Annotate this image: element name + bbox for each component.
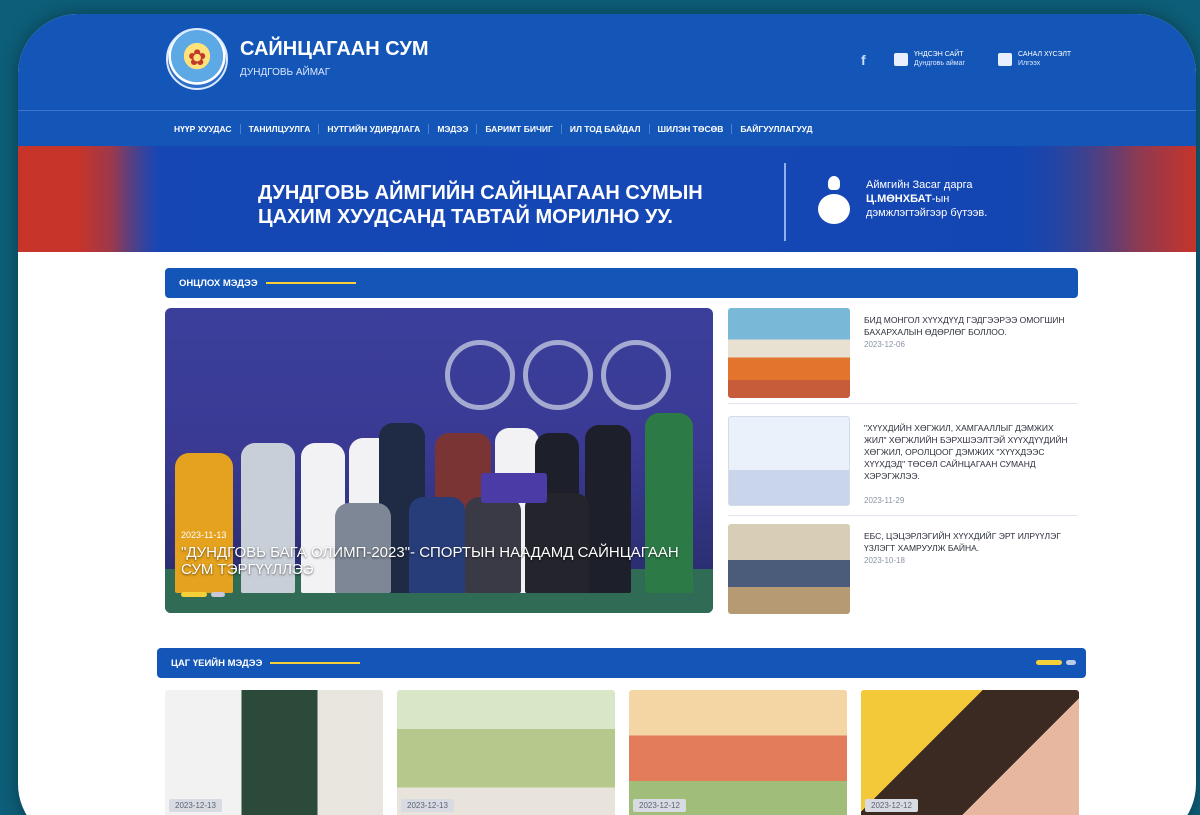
news-thumbnail[interactable] (728, 416, 850, 506)
site-header: ✿ САЙНЦАГААН СУМ ДУНДГОВЬ АЙМАГ f ҮНДСЭН… (18, 14, 1196, 110)
side-news-title[interactable]: БИД МОНГОЛ ХҮҮХДҮҮД ГЭДГЭЭРЭЭ ОМОГШИН БА… (864, 314, 1074, 338)
banner-title-line1: ДУНДГОВЬ АЙМГИЙН САЙНЦАГААН СУМЫН (258, 182, 703, 204)
carousel-dot-active[interactable] (1036, 660, 1062, 665)
news-card[interactable]: 2023-12-12 (861, 690, 1079, 815)
nav-item-home[interactable]: НҮҮР ХУУДАС (166, 123, 241, 134)
section-underline (270, 662, 361, 664)
news-card[interactable]: 2023-12-12 (629, 690, 847, 815)
banner-divider (784, 163, 786, 241)
side-news-date: 2023-11-29 (864, 496, 905, 505)
side-news-date: 2023-12-06 (864, 340, 905, 349)
main-site-link[interactable]: ҮНДСЭН САЙТ Дундговь аймаг (894, 50, 965, 68)
feedback-link-sub: Илгээх (1018, 60, 1041, 67)
news-card-date: 2023-12-13 (169, 799, 222, 812)
side-news-item[interactable]: ЕБС, ЦЭЦЭРЛЭГИЙН ХҮҮХДИЙГ ЭРТ ИЛРҮҮЛЭГ Ү… (728, 524, 1078, 620)
carousel-dots[interactable] (1036, 660, 1076, 665)
side-news-item[interactable]: БИД МОНГОЛ ХҮҮХДҮҮД ГЭДГЭЭРЭЭ ОМОГШИН БА… (728, 308, 1078, 404)
news-thumbnail[interactable] (728, 524, 850, 614)
side-news-title[interactable]: "ХҮҮХДИЙН ХӨГЖИЛ, ХАМГААЛЛЫГ ДЭМЖИХ ЖИЛ"… (864, 422, 1074, 482)
news-card-date: 2023-12-12 (633, 799, 686, 812)
site-logo[interactable]: ✿ (166, 28, 228, 90)
latest-news-bar: ЦАГ ҮЕИЙН МЭДЭЭ (157, 648, 1086, 678)
banner-credit-line3: дэмжлэгтэйгээр бүтээв. (866, 207, 988, 219)
main-nav: НҮҮР ХУУДАС ТАНИЛЦУУЛГА НУТГИЙН УДИРДЛАГ… (18, 110, 1196, 146)
soyombo-icon (818, 176, 850, 224)
hero-date: 2023-11-13 (181, 530, 227, 540)
facebook-icon[interactable]: f (861, 52, 866, 68)
news-card-date: 2023-12-12 (865, 799, 918, 812)
hero-photo-people (165, 403, 713, 613)
hero-pager[interactable] (181, 592, 225, 597)
feedback-icon (998, 52, 1012, 66)
pager-dot-active[interactable] (181, 592, 207, 597)
news-thumbnail[interactable] (728, 308, 850, 398)
featured-hero-slide[interactable]: 2023-11-13 "ДУНДГОВЬ БАГА ОЛИМП-2023"- С… (165, 308, 713, 613)
banner-credit-name-suffix: -ын (931, 193, 950, 205)
news-card[interactable]: 2023-12-13 (397, 690, 615, 815)
nav-item-transparency[interactable]: ИЛ ТОД БАЙДАЛ (562, 123, 650, 134)
side-news-date: 2023-10-18 (864, 556, 905, 565)
feedback-link[interactable]: САНАЛ ХҮСЭЛТ Илгээх (998, 50, 1071, 68)
emblem-icon: ✿ (188, 46, 207, 71)
featured-news-title: ОНЦЛОХ МЭДЭЭ (179, 277, 258, 289)
pager-dot[interactable] (211, 592, 225, 597)
main-site-link-sub: Дундговь аймаг (914, 60, 966, 67)
nav-item-intro[interactable]: ТАНИЛЦУУЛГА (241, 123, 320, 134)
page-frame: ✿ САЙНЦАГААН СУМ ДУНДГОВЬ АЙМАГ f ҮНДСЭН… (18, 14, 1196, 815)
feedback-link-label: САНАЛ ХҮСЭЛТ (1018, 51, 1072, 58)
nav-item-documents[interactable]: БАРИМТ БИЧИГ (477, 123, 562, 134)
carousel-dot[interactable] (1066, 660, 1076, 665)
news-card-date: 2023-12-13 (401, 799, 454, 812)
banner-credit-name: Ц.МӨНХБАТ (866, 193, 932, 205)
welcome-banner: ДУНДГОВЬ АЙМГИЙН САЙНЦАГААН СУМЫН ЦАХИМ … (18, 146, 1196, 252)
site-title[interactable]: САЙНЦАГААН СУМ (240, 38, 429, 61)
side-news-item[interactable]: "ХҮҮХДИЙН ХӨГЖИЛ, ХАМГААЛЛЫГ ДЭМЖИХ ЖИЛ"… (728, 416, 1078, 516)
featured-news-bar: ОНЦЛОХ МЭДЭЭ (165, 268, 1078, 298)
nav-item-local-government[interactable]: НУТГИЙН УДИРДЛАГА (319, 123, 430, 134)
site-subtitle: ДУНДГОВЬ АЙМАГ (240, 67, 331, 78)
hero-caption[interactable]: "ДУНДГОВЬ БАГА ОЛИМП-2023"- СПОРТЫН НААД… (181, 544, 701, 578)
nav-item-news[interactable]: МЭДЭЭ (429, 123, 478, 134)
banner-title: ДУНДГОВЬ АЙМГИЙН САЙНЦАГААН СУМЫН ЦАХИМ … (258, 181, 703, 229)
home-icon (894, 52, 908, 66)
banner-credit-line1: Аймгийн Засаг дарга (866, 179, 973, 191)
main-site-link-label: ҮНДСЭН САЙТ (914, 51, 964, 58)
nav-item-glass-budget[interactable]: ШИЛЭН ТӨСӨВ (650, 123, 733, 134)
nav-item-organizations[interactable]: БАЙГУУЛЛАГУУД (732, 124, 820, 134)
news-card[interactable]: 2023-12-13 (165, 690, 383, 815)
section-underline (265, 282, 356, 284)
banner-credit: Аймгийн Засаг дарга Ц.МӨНХБАТ-ын дэмжлэг… (866, 178, 987, 220)
side-news-title[interactable]: ЕБС, ЦЭЦЭРЛЭГИЙН ХҮҮХДИЙГ ЭРТ ИЛРҮҮЛЭГ Ү… (864, 530, 1074, 554)
banner-title-line2: ЦАХИМ ХУУДСАНД ТАВТАЙ МОРИЛНО УУ. (258, 206, 673, 228)
latest-news-title: ЦАГ ҮЕИЙН МЭДЭЭ (171, 657, 263, 669)
